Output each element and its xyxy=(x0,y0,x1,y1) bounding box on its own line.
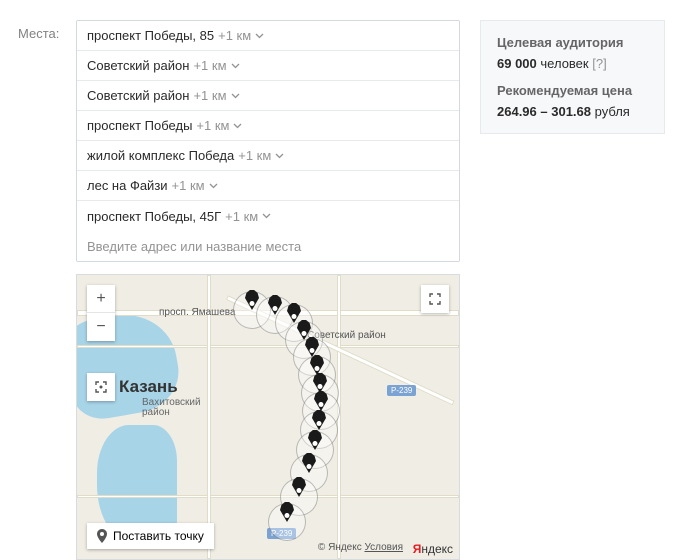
zoom-controls: + − xyxy=(87,285,115,341)
place-radius: +1 км xyxy=(238,148,271,163)
place-radius: +1 км xyxy=(218,28,251,43)
pin-icon xyxy=(97,529,107,543)
place-item[interactable]: Советский район +1 км xyxy=(77,51,459,81)
fullscreen-button[interactable] xyxy=(421,285,449,313)
yandex-logo: Яндекс xyxy=(413,542,453,556)
place-name: Советский район xyxy=(87,88,189,103)
route-shield: Р-239 xyxy=(387,385,416,396)
audience-title: Целевая аудитория xyxy=(497,35,648,50)
audience-value: 69 000 человек [?] xyxy=(497,56,648,71)
map-district-label-2b: район xyxy=(142,407,170,418)
place-radius: +1 км xyxy=(193,58,226,73)
places-list: проспект Победы, 85 +1 км Советский район +… xyxy=(76,20,460,262)
chevron-down-icon xyxy=(262,213,271,219)
place-item[interactable]: Советский район +1 км xyxy=(77,81,459,111)
place-item[interactable]: проспект Победы, 85 +1 км xyxy=(77,21,459,51)
place-item[interactable]: лес на Файзи +1 км xyxy=(77,171,459,201)
locate-icon xyxy=(94,380,108,394)
place-radius: +1 км xyxy=(196,118,229,133)
expand-icon xyxy=(429,293,441,305)
place-name: проспект Победы, 85 xyxy=(87,28,214,43)
chevron-down-icon xyxy=(255,33,264,39)
place-radius: +1 км xyxy=(193,88,226,103)
price-value: 264.96 – 301.68 рубля xyxy=(497,104,648,119)
stats-sidebar: Целевая аудитория 69 000 человек [?] Рек… xyxy=(480,20,665,134)
map-road-label: просп. Ямашева xyxy=(159,307,236,318)
chevron-down-icon xyxy=(233,123,242,129)
place-name: проспект Победы xyxy=(87,118,192,133)
add-point-label: Поставить точку xyxy=(113,529,204,543)
zoom-in-button[interactable]: + xyxy=(87,285,115,313)
map-city-label: Казань xyxy=(119,377,178,397)
minus-icon: − xyxy=(96,318,105,336)
place-radius: +1 км xyxy=(172,178,205,193)
place-item[interactable]: проспект Победы, 45Г +1 км xyxy=(77,201,459,231)
help-icon[interactable]: [?] xyxy=(592,56,606,71)
place-name: Советский район xyxy=(87,58,189,73)
place-name: жилой комплекс Победа xyxy=(87,148,234,163)
locate-button[interactable] xyxy=(87,373,115,401)
add-point-button[interactable]: Поставить точку xyxy=(87,523,214,549)
chevron-down-icon xyxy=(209,183,218,189)
place-item[interactable]: жилой комплекс Победа +1 км xyxy=(77,141,459,171)
plus-icon: + xyxy=(96,290,105,308)
place-radius: +1 км xyxy=(225,209,258,224)
place-name: проспект Победы, 45Г xyxy=(87,209,221,224)
chevron-down-icon xyxy=(275,153,284,159)
place-name: лес на Файзи xyxy=(87,178,168,193)
terms-link[interactable]: Условия xyxy=(364,542,403,553)
price-title: Рекомендуемая цена xyxy=(497,83,648,98)
place-address-input[interactable] xyxy=(77,231,459,261)
map-attribution: © Яндекс Условия xyxy=(318,542,403,553)
places-label: Места: xyxy=(18,20,64,560)
place-item[interactable]: проспект Победы +1 км xyxy=(77,111,459,141)
chevron-down-icon xyxy=(231,93,240,99)
map[interactable]: Казань просп. Ямашева Советский район Ва… xyxy=(76,274,460,560)
zoom-out-button[interactable]: − xyxy=(87,313,115,341)
map-pin[interactable] xyxy=(268,503,306,541)
map-background: Казань просп. Ямашева Советский район Ва… xyxy=(77,275,459,559)
chevron-down-icon xyxy=(231,63,240,69)
